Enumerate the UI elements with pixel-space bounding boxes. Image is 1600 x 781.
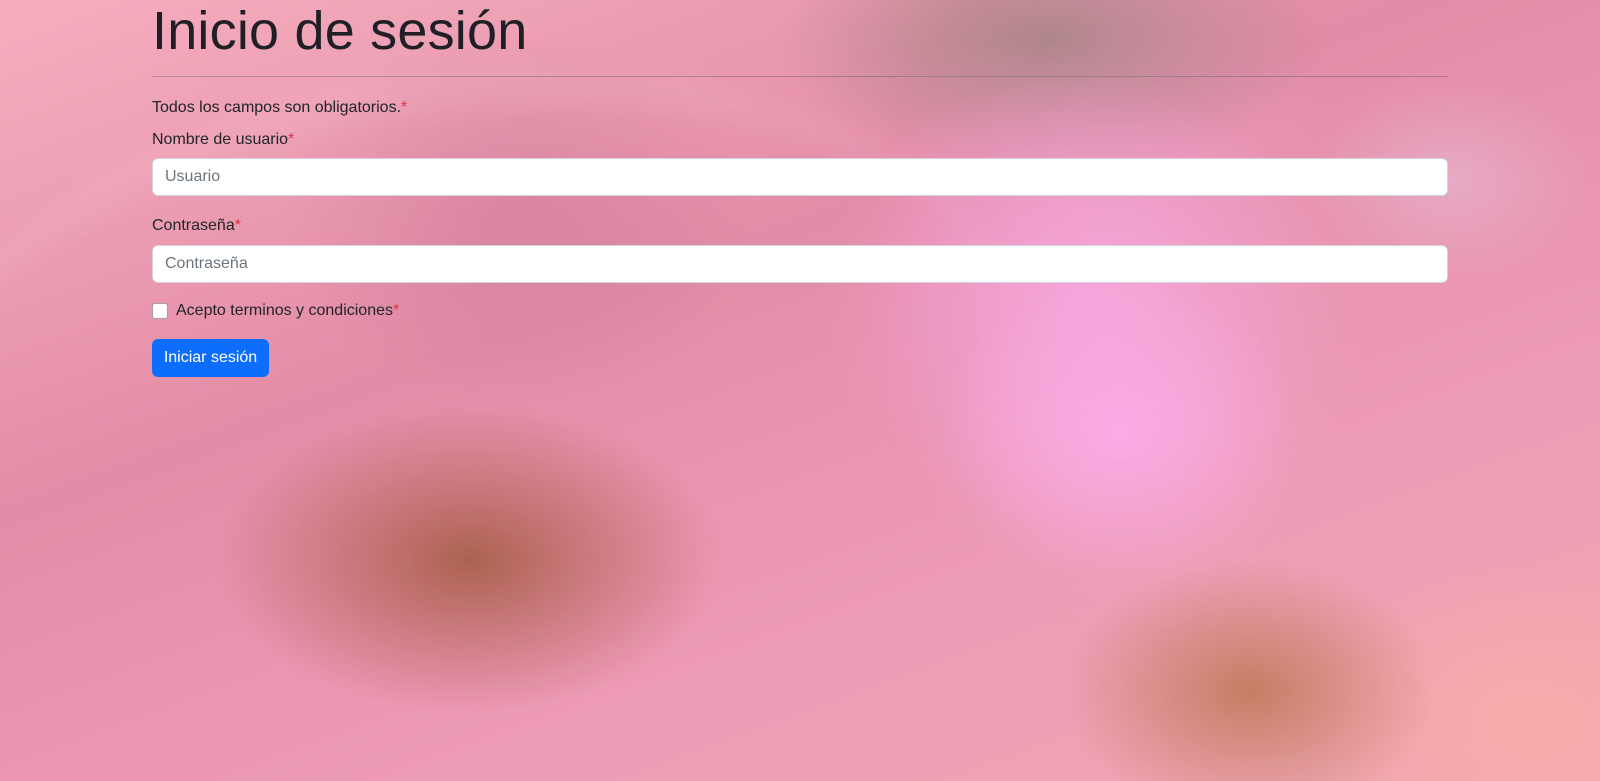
title-divider	[152, 76, 1448, 77]
login-form-container: Inicio de sesión Todos los campos son ob…	[152, 0, 1448, 377]
page-title: Inicio de sesión	[152, 1, 528, 61]
password-input[interactable]	[152, 245, 1448, 283]
terms-required-mark: *	[393, 302, 400, 319]
terms-label[interactable]: Acepto terminos y condiciones*	[176, 301, 399, 321]
login-button[interactable]: Iniciar sesión	[152, 339, 269, 377]
password-label-text: Contraseña	[152, 217, 235, 234]
terms-checkbox[interactable]	[152, 303, 168, 319]
username-input[interactable]	[152, 158, 1448, 196]
required-fields-note: Todos los campos son obligatorios.*	[152, 98, 407, 118]
username-label-text: Nombre de usuario	[152, 131, 289, 148]
password-label: Contraseña*	[152, 216, 241, 236]
required-mark: *	[401, 99, 408, 116]
username-label: Nombre de usuario*	[152, 130, 294, 150]
username-required-mark: *	[288, 131, 295, 148]
terms-checkbox-row: Acepto terminos y condiciones*	[152, 301, 399, 321]
required-fields-note-text: Todos los campos son obligatorios.	[152, 99, 402, 116]
terms-label-text: Acepto terminos y condiciones	[176, 302, 393, 319]
password-required-mark: *	[234, 217, 241, 234]
